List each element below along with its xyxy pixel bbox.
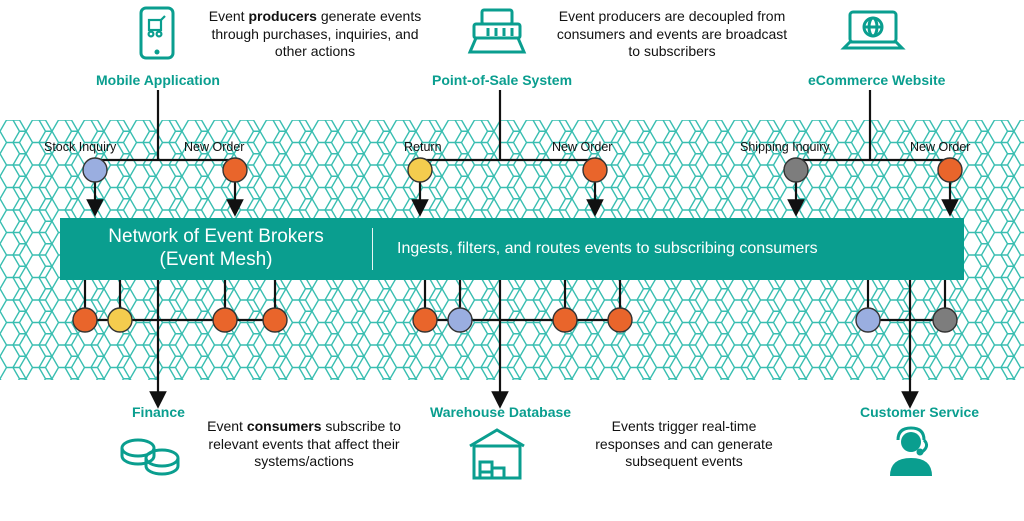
label-finance: Finance — [132, 404, 185, 420]
label-mobile-app: Mobile Application — [96, 72, 220, 88]
evt-return: Return — [404, 140, 442, 154]
label-pos-system: Point-of-Sale System — [432, 72, 572, 88]
laptop-globe-icon — [842, 8, 904, 54]
coins-icon — [118, 428, 188, 482]
headset-person-icon — [884, 424, 938, 482]
mesh-divider — [372, 228, 373, 270]
desc-trigger-realtime: Events trigger real-time responses and c… — [584, 418, 784, 471]
consumer-branches — [40, 280, 984, 410]
evt-new-order-1: New Order — [184, 140, 244, 154]
evt-shipping-inquiry: Shipping Inquiry — [740, 140, 830, 154]
label-customer-service: Customer Service — [860, 404, 979, 420]
mesh-subtitle: Ingests, filters, and routes events to s… — [373, 240, 964, 258]
mobile-icon — [137, 6, 177, 61]
evt-stock-inquiry: Stock Inquiry — [44, 140, 116, 154]
desc-producers-generate: Event producers Event producers generate… — [200, 8, 430, 61]
label-ecommerce: eCommerce Website — [808, 72, 945, 88]
producer-branches — [40, 90, 984, 218]
pos-icon — [468, 6, 526, 56]
mesh-title: Network of Event Brokers(Event Mesh) — [60, 226, 372, 272]
evt-new-order-2: New Order — [552, 140, 612, 154]
warehouse-icon — [466, 424, 528, 482]
desc-producers-decoupled: Event producers are decoupled from consu… — [552, 8, 792, 61]
evt-new-order-3: New Order — [910, 140, 970, 154]
event-mesh-bar: Network of Event Brokers(Event Mesh) Ing… — [60, 218, 964, 280]
desc-consumers-subscribe: Event consumers subscribe to relevant ev… — [204, 418, 404, 471]
label-warehouse: Warehouse Database — [430, 404, 571, 420]
